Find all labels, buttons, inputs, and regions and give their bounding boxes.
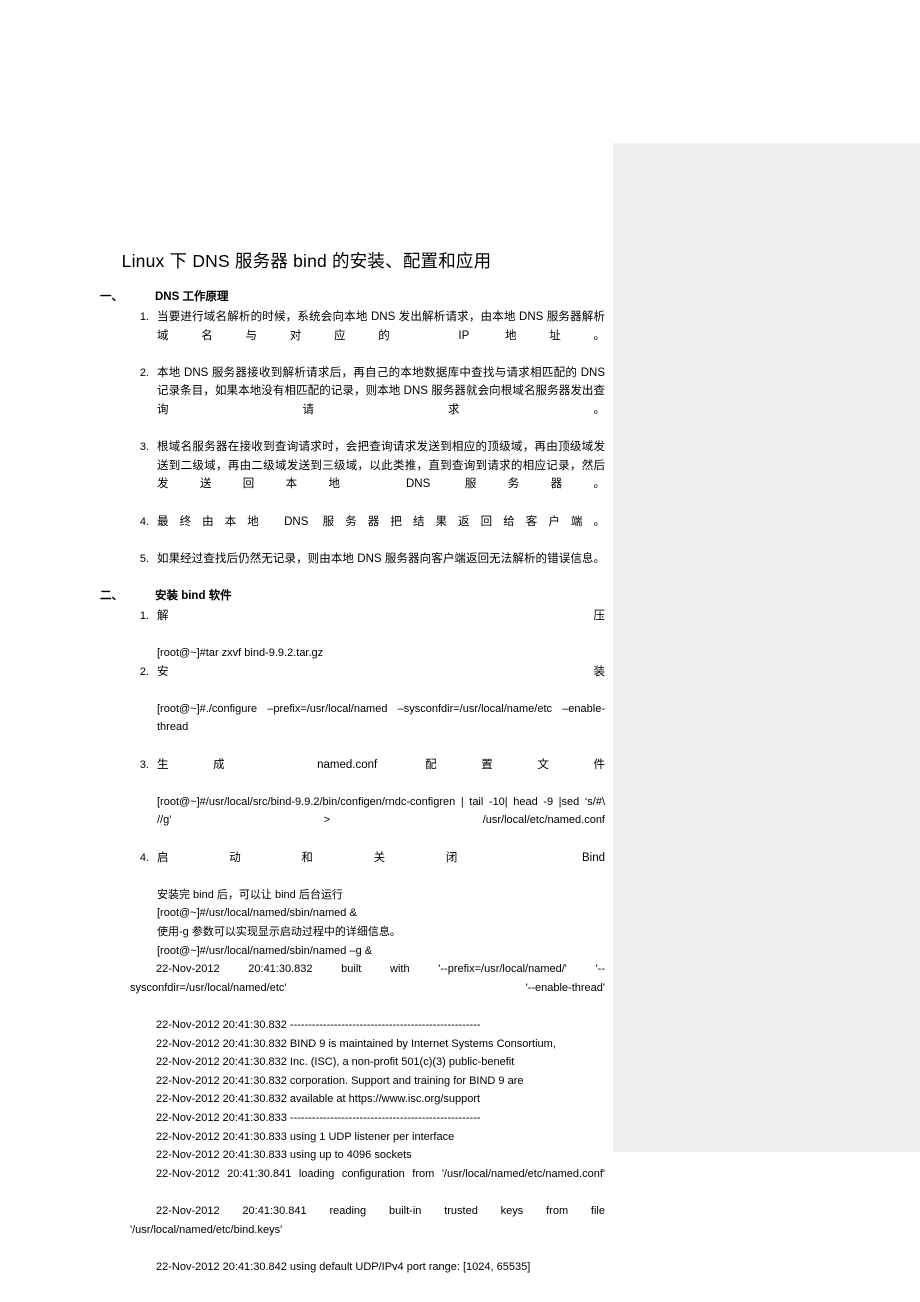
command-line: [root@~]#/usr/local/src/bind-9.9.2/bin/c… <box>157 795 605 827</box>
command-line: [root@~]#/usr/local/named/sbin/named –g … <box>157 944 373 957</box>
step-list: 1. 解压 [root@~]#tar zxvf bind-9.9.2.tar.gz 2… <box>0 607 613 1276</box>
log-line: 22-Nov-2012 20:41:30.841 reading built-i… <box>130 1204 605 1236</box>
section-heading: 一、 DNS 工作原理 <box>0 288 613 307</box>
list-item: 5. 如果经过查找后仍然无记录，则由本地 DNS 服务器向客户端返回无法解析的错误… <box>0 550 613 587</box>
list-item-text: 如果经过查找后仍然无记录，则由本地 DNS 服务器向客户端返回无法解析的错误信息… <box>157 552 605 565</box>
list-item: 2. 安装 [root@~]#./configure –prefix=/usr/lo… <box>0 663 613 756</box>
list-item: 4. 启动和关闭 Bind 安装完 bind 后，可以让 bind 后台运行 [roo… <box>0 849 613 1277</box>
list-item: 2. 本地 DNS 服务器接收到解析请求后，再自己的本地数据库中查找与请求相匹配的… <box>0 364 613 438</box>
command-line: 使用-g 参数可以实现显示启动过程中的详细信息。 <box>157 926 401 938</box>
log-line: 22-Nov-2012 20:41:30.841 loading configu… <box>156 1167 605 1180</box>
section-heading-label: 安装 bind 软件 <box>155 589 232 602</box>
log-line: 22-Nov-2012 20:41:30.832 Inc. (ISC), a n… <box>156 1056 515 1069</box>
command-line: [root@~]#tar zxvf bind-9.9.2.tar.gz <box>157 647 324 660</box>
list-item-number: 3. <box>139 441 149 454</box>
list-item: 1. 当要进行域名解析的时候，系统会向本地 DNS 发出解析请求，由本地 DNS … <box>0 308 613 364</box>
log-line: 22-Nov-2012 20:41:30.832 BIND 9 is maint… <box>156 1037 556 1050</box>
side-panel <box>613 143 920 1152</box>
list-item-number: 4. <box>139 851 149 864</box>
log-line: 22-Nov-2012 20:41:30.833 using up to 409… <box>156 1149 412 1162</box>
log-line: 22-Nov-2012 20:41:30.833 ---------------… <box>156 1111 481 1124</box>
document-body: 一、 DNS 工作原理 1. 当要进行域名解析的时候，系统会向本地 DNS 发出解析请… <box>0 288 613 1276</box>
list-item-number: 1. <box>139 311 149 323</box>
command-line: 安装完 bind 后，可以让 bind 后台运行 <box>157 888 343 901</box>
list-item: 4. 最终由本地 DNS 服务器把结果返回给客户端。 <box>0 513 613 550</box>
list-item-text: 最终由本地 DNS 服务器把结果返回给客户端。 <box>157 515 605 528</box>
list-item-text: 生成 named.conf 配置文件 <box>157 758 605 771</box>
list-item: 1. 解压 [root@~]#tar zxvf bind-9.9.2.tar.gz <box>0 607 613 663</box>
section-marker: 二、 <box>100 589 123 602</box>
list-item: 3. 根域名服务器在接收到查询请求时，会把查询请求发送到相应的顶级域，再由顶级域发… <box>0 438 613 512</box>
list-item-text: 解压 <box>157 609 605 622</box>
document-page: Linux 下 DNS 服务器 bind 的安装、配置和应用 一、 DNS 工作原… <box>0 0 613 1302</box>
list-item-number: 4. <box>139 515 149 528</box>
list-item-number: 2. <box>139 366 149 379</box>
list-item-number: 2. <box>139 665 149 678</box>
list-item-text: 根域名服务器在接收到查询请求时，会把查询请求发送到相应的顶级域，再由顶级域发送到… <box>157 441 605 491</box>
list-item-text: 当要进行域名解析的时候，系统会向本地 DNS 发出解析请求，由本地 DNS 服务… <box>157 311 605 342</box>
section-heading-label: DNS 工作原理 <box>155 291 229 303</box>
log-line: 22-Nov-2012 20:41:30.832 built with '--p… <box>130 963 605 994</box>
list-item-text: 安装 <box>157 665 605 678</box>
section-marker: 一、 <box>100 291 123 303</box>
list-item-number: 1. <box>139 609 149 622</box>
section-heading: 二、 安装 bind 软件 <box>0 587 613 606</box>
list-item-number: 3. <box>139 758 149 771</box>
step-list: 1. 当要进行域名解析的时候，系统会向本地 DNS 发出解析请求，由本地 DNS … <box>0 308 613 587</box>
command-line: [root@~]#./configure –prefix=/usr/local/… <box>157 702 605 734</box>
log-line: 22-Nov-2012 20:41:30.832 corporation. Su… <box>156 1074 524 1087</box>
page-title: Linux 下 DNS 服务器 bind 的安装、配置和应用 <box>121 251 492 271</box>
list-item-text: 本地 DNS 服务器接收到解析请求后，再自己的本地数据库中查找与请求相匹配的 D… <box>157 366 605 416</box>
log-line: 22-Nov-2012 20:41:30.832 ---------------… <box>156 1018 481 1031</box>
list-item-text: 启动和关闭 Bind <box>157 851 605 864</box>
log-line: 22-Nov-2012 20:41:30.842 using default U… <box>156 1260 531 1273</box>
list-item-number: 5. <box>139 552 149 565</box>
log-line: 22-Nov-2012 20:41:30.833 using 1 UDP lis… <box>156 1130 455 1143</box>
command-line: [root@~]#/usr/local/named/sbin/named & <box>157 907 357 920</box>
list-item: 3. 生成 named.conf 配置文件 [root@~]#/usr/local/… <box>0 756 613 849</box>
log-line: 22-Nov-2012 20:41:30.832 available at ht… <box>156 1093 481 1106</box>
